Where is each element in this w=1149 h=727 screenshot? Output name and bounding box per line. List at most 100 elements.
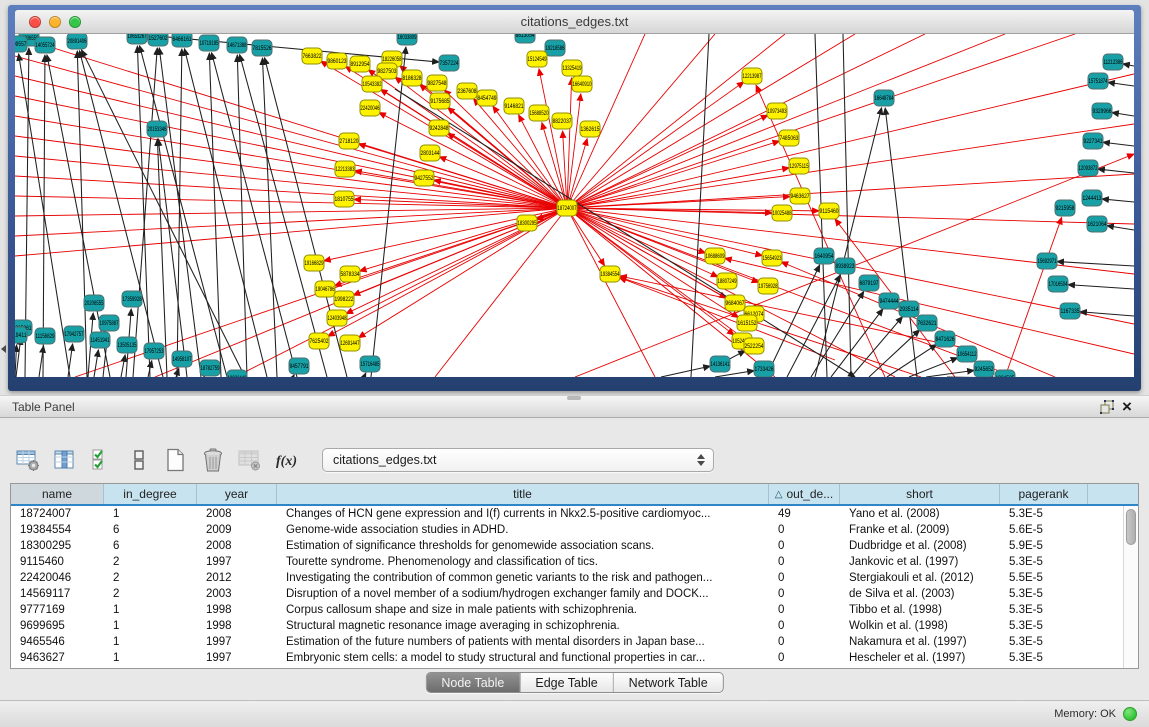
network-edge[interactable] [447, 133, 567, 208]
network-edge[interactable] [843, 34, 851, 377]
table-cell[interactable]: 1997 [197, 634, 277, 650]
table-cell[interactable]: Investigating the contribution of common… [277, 570, 769, 586]
table-cell[interactable]: Corpus callosum shape and size in male p… [277, 602, 769, 618]
network-edge[interactable] [137, 46, 150, 377]
table-row[interactable]: 1938455462009Genome-wide association stu… [11, 522, 1138, 538]
table-cell[interactable]: Nakamura et al. (1997) [840, 634, 1000, 650]
table-cell[interactable]: 2008 [197, 538, 277, 554]
delete-table-icon[interactable] [199, 446, 227, 474]
table-cell[interactable]: 5.3E-5 [1000, 586, 1088, 602]
network-edge[interactable] [1112, 113, 1134, 116]
network-edge[interactable] [371, 47, 406, 377]
create-table-icon[interactable] [162, 446, 190, 474]
close-panel-icon[interactable]: × [1117, 398, 1137, 416]
table-cell[interactable]: 2 [104, 586, 197, 602]
network-edge[interactable] [567, 141, 779, 208]
table-cell[interactable]: Estimation of significance thresholds fo… [277, 538, 769, 554]
network-edge[interactable] [1103, 142, 1134, 146]
table-cell[interactable]: Embryonic stem cells: a model to study s… [277, 650, 769, 666]
table-cell[interactable]: 5.6E-5 [1000, 522, 1088, 538]
table-row[interactable]: 911546021997Tourette syndrome. Phenomeno… [11, 554, 1138, 570]
network-edge[interactable] [1107, 226, 1134, 230]
table-cell[interactable]: Hescheler et al. (1997) [840, 650, 1000, 666]
network-edge[interactable] [1005, 217, 1062, 377]
zoom-window-icon[interactable] [69, 16, 81, 28]
network-view-window[interactable]: citations_edges.txt 18724007252065502409… [8, 5, 1141, 391]
column-header-name[interactable]: name [11, 484, 104, 504]
network-edge[interactable] [1102, 199, 1134, 202]
network-edge[interactable] [364, 373, 366, 377]
network-edge[interactable] [155, 208, 567, 377]
network-graph[interactable]: 1872400725206550240955714055724208914061… [15, 34, 1134, 377]
network-edge[interactable] [94, 350, 98, 377]
table-cell[interactable]: 5.3E-5 [1000, 634, 1088, 650]
network-edge[interactable] [1080, 312, 1134, 316]
network-edge[interactable] [15, 96, 567, 208]
table-cell[interactable]: 9463627 [11, 650, 104, 666]
table-row[interactable]: 946362711997Embryonic stem cells: a mode… [11, 650, 1138, 666]
table-cell[interactable]: 1 [104, 618, 197, 634]
table-row[interactable]: 1456911722003Disruption of a novel membe… [11, 586, 1138, 602]
table-cell[interactable]: Tibbo et al. (1998) [840, 602, 1000, 618]
network-edge[interactable] [435, 208, 567, 377]
tab-node-table[interactable]: Node Table [426, 673, 519, 692]
network-edge[interactable] [237, 55, 247, 377]
table-cell[interactable]: 22420046 [11, 570, 104, 586]
network-edge[interactable] [265, 58, 347, 377]
network-edge[interactable] [811, 292, 864, 377]
import-table-icon[interactable] [236, 446, 264, 474]
table-cell[interactable]: Yano et al. (2008) [840, 506, 1000, 522]
network-edge[interactable] [15, 196, 567, 208]
table-cell[interactable]: Genome-wide association studies in ADHD. [277, 522, 769, 538]
table-cell[interactable]: Disruption of a novel member of a sodium… [277, 586, 769, 602]
network-edge[interactable] [68, 344, 73, 377]
network-edge[interactable] [235, 208, 567, 377]
table-cell[interactable]: 0 [769, 618, 840, 634]
table-cell[interactable]: 19384554 [11, 522, 104, 538]
table-cell[interactable]: 5.9E-5 [1000, 538, 1088, 554]
network-edge[interactable] [15, 176, 567, 208]
column-header-pagerank[interactable]: pagerank [1000, 484, 1088, 504]
network-edge[interactable] [133, 48, 157, 377]
table-cell[interactable]: Jankovic et al. (1997) [840, 554, 1000, 570]
network-edge[interactable] [1068, 285, 1134, 289]
table-cell[interactable]: 49 [769, 506, 840, 522]
table-cell[interactable]: Stergiakouli et al. (2012) [840, 570, 1000, 586]
table-cell[interactable]: Wolkin et al. (1998) [840, 618, 1000, 634]
network-edge[interactable] [121, 355, 125, 377]
table-cell[interactable]: 9115460 [11, 554, 104, 570]
memory-ok-icon[interactable] [1123, 707, 1137, 721]
table-panel-titlebar[interactable]: Table Panel × [0, 395, 1149, 418]
table-cell[interactable]: 18724007 [11, 506, 104, 522]
table-cell[interactable]: 6 [104, 522, 197, 538]
network-edge[interactable] [1123, 64, 1134, 66]
table-cell[interactable]: Structural magnetic resonance image aver… [277, 618, 769, 634]
table-cell[interactable]: 2009 [197, 522, 277, 538]
column-header-out-degree[interactable]: △ out_de... [769, 484, 840, 504]
tab-edge-table[interactable]: Edge Table [519, 673, 612, 692]
table-cell[interactable]: 2 [104, 570, 197, 586]
table-cell[interactable]: 5.3E-5 [1000, 506, 1088, 522]
network-edge[interactable] [240, 55, 327, 377]
network-canvas[interactable]: 1872400725206550240955714055724208914061… [15, 34, 1134, 377]
table-scrollbar[interactable] [1123, 506, 1138, 668]
minimize-window-icon[interactable] [49, 16, 61, 28]
table-selector-dropdown[interactable]: citations_edges.txt [322, 448, 714, 472]
scrollbar-thumb[interactable] [1126, 509, 1136, 545]
row-height-icon[interactable] [125, 446, 153, 474]
network-edge[interactable] [1108, 82, 1134, 86]
column-header-title[interactable]: title [277, 484, 769, 504]
table-cell[interactable]: 5.3E-5 [1000, 618, 1088, 634]
table-cell[interactable]: 1 [104, 602, 197, 618]
table-cell[interactable]: 1997 [197, 650, 277, 666]
network-edge[interactable] [756, 85, 885, 377]
table-settings-icon[interactable] [14, 446, 42, 474]
network-edge[interactable] [1098, 169, 1134, 173]
table-row[interactable]: 977716911998Corpus callosum shape and si… [11, 602, 1138, 618]
table-cell[interactable]: 2012 [197, 570, 277, 586]
network-edge[interactable] [887, 344, 937, 377]
network-edge[interactable] [567, 208, 705, 253]
table-cell[interactable]: Dudbridge et al. (2008) [840, 538, 1000, 554]
network-edge[interactable] [661, 366, 710, 377]
table-cell[interactable]: 9465546 [11, 634, 104, 650]
